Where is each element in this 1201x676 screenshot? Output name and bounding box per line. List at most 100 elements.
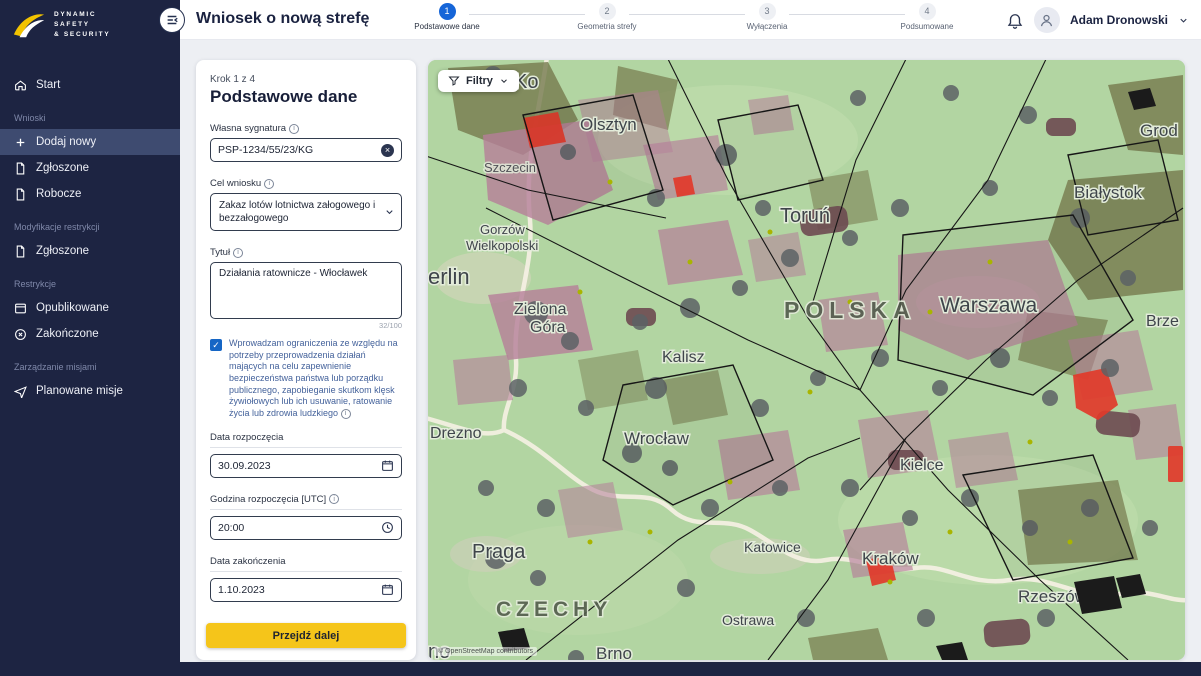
sidebar-item-robocze[interactable]: Robocze bbox=[0, 181, 180, 207]
step-circle: 1 bbox=[439, 3, 456, 20]
legal-checkbox-row[interactable]: ✓ Wprowadzam ograniczenia ze względu na … bbox=[210, 338, 402, 420]
header: Wniosek o nową strefę 1 Podstawowe dane … bbox=[180, 0, 1201, 40]
map-canvas[interactable]: Ko Szczecin Olsztyn Grod Białystok Toruń… bbox=[428, 60, 1185, 660]
clock-icon[interactable] bbox=[381, 521, 394, 534]
content: Krok 1 z 4 Podstawowe dane Własna sygnat… bbox=[180, 40, 1201, 662]
title-label: Tytuł i bbox=[210, 247, 402, 258]
sidebar-item-modyfikacje-zgloszone[interactable]: Zgłoszone bbox=[0, 238, 180, 264]
city-label: erlin bbox=[428, 264, 470, 289]
sidebar-section-modyfikacje: Modyfikacje restrykcji bbox=[0, 207, 180, 238]
info-icon[interactable]: i bbox=[341, 409, 351, 419]
sidebar-item-label: Zgłoszone bbox=[36, 162, 89, 174]
purpose-select[interactable]: Zakaz lotów lotnictwa załogowego i bezza… bbox=[210, 193, 402, 231]
calendar-icon[interactable] bbox=[381, 459, 394, 472]
end-date-input[interactable] bbox=[210, 578, 402, 602]
calendar-icon[interactable] bbox=[381, 583, 394, 596]
city-label: Warszawa bbox=[940, 294, 1038, 317]
label-text: Tytuł bbox=[210, 247, 230, 258]
map-panel: Filtry bbox=[428, 60, 1185, 660]
city-label: Katowice bbox=[744, 539, 801, 555]
home-icon bbox=[14, 79, 27, 92]
collapse-sidebar-button[interactable] bbox=[159, 7, 185, 33]
user-name[interactable]: Adam Dronowski bbox=[1070, 13, 1168, 27]
info-icon[interactable]: i bbox=[289, 124, 299, 134]
page-title: Wniosek o nową strefę bbox=[196, 10, 369, 28]
start-time-field: Godzina rozpoczęcia [UTC] i bbox=[210, 494, 402, 540]
sidebar-item-start[interactable]: Start bbox=[0, 72, 180, 98]
sidebar-item-planowane-misje[interactable]: Planowane misje bbox=[0, 378, 180, 404]
start-time-label: Godzina rozpoczęcia [UTC] i bbox=[210, 494, 402, 510]
sidebar-item-opublikowane[interactable]: Opublikowane bbox=[0, 295, 180, 321]
city-label: Grod bbox=[1140, 121, 1178, 140]
clear-icon[interactable]: × bbox=[381, 144, 394, 157]
header-right: Adam Dronowski bbox=[1006, 0, 1189, 40]
city-label: Praga bbox=[472, 541, 526, 563]
city-label: Kalisz bbox=[662, 349, 705, 366]
step-circle: 3 bbox=[759, 3, 776, 20]
step-4[interactable]: 4 Podsumowane bbox=[847, 3, 1007, 31]
sidebar-section-restrykcje: Restrykcje bbox=[0, 264, 180, 295]
document-icon bbox=[14, 245, 27, 258]
sidebar-item-dodaj-nowy[interactable]: Dodaj nowy bbox=[0, 129, 180, 155]
sidebar: DYNAMIC SAFETY & SECURITY Start Wnioski … bbox=[0, 0, 180, 676]
collapse-sidebar-icon bbox=[165, 13, 179, 27]
form-heading: Podstawowe dane bbox=[210, 87, 402, 107]
person-icon bbox=[1039, 13, 1054, 28]
end-date-field: Data zakończenia bbox=[210, 556, 402, 602]
step-2[interactable]: 2 Geometria strefy bbox=[527, 3, 687, 31]
city-label: Brze bbox=[1146, 313, 1179, 330]
city-label: Olsztyn bbox=[580, 115, 637, 134]
logo-text: DYNAMIC SAFETY & SECURITY bbox=[54, 10, 110, 40]
signature-input-field[interactable] bbox=[218, 144, 381, 156]
start-time-input-field[interactable] bbox=[218, 522, 381, 534]
step-3[interactable]: 3 Wyłączenia bbox=[687, 3, 847, 31]
checkbox-text: Wprowadzam ograniczenia ze względu na po… bbox=[229, 338, 398, 418]
start-date-field: Data rozpoczęcia bbox=[210, 432, 402, 478]
form-footer: Przejdź dalej bbox=[196, 615, 416, 660]
logo-emblem bbox=[12, 11, 46, 39]
next-step-button[interactable]: Przejdź dalej bbox=[206, 623, 406, 648]
city-label: Wielkopolski bbox=[466, 238, 538, 253]
city-label: Gorzów bbox=[480, 222, 525, 237]
step-label: Wyłączenia bbox=[687, 22, 847, 31]
sidebar-item-zakonczone[interactable]: Zakończone bbox=[0, 321, 180, 347]
logo-line3: & SECURITY bbox=[54, 30, 110, 40]
filter-button-label: Filtry bbox=[466, 75, 493, 87]
sidebar-item-label: Zgłoszone bbox=[36, 245, 89, 257]
chevron-down-icon bbox=[384, 207, 395, 218]
chevron-down-icon[interactable] bbox=[1178, 15, 1189, 26]
label-text: Cel wniosku bbox=[210, 178, 261, 189]
sidebar-item-zgloszone[interactable]: Zgłoszone bbox=[0, 155, 180, 181]
form-scroll-area[interactable]: Krok 1 z 4 Podstawowe dane Własna sygnat… bbox=[196, 60, 416, 615]
avatar[interactable] bbox=[1034, 7, 1060, 33]
purpose-selected-value: Zakaz lotów lotnictwa załogowego i bezza… bbox=[219, 200, 375, 224]
city-label: Zielona bbox=[514, 301, 567, 318]
step-1[interactable]: 1 Podstawowe dane bbox=[367, 3, 527, 31]
info-icon[interactable]: i bbox=[264, 179, 274, 189]
signature-input[interactable]: × bbox=[210, 138, 402, 162]
info-icon[interactable]: i bbox=[233, 248, 243, 258]
city-label: Toruń bbox=[780, 205, 830, 227]
sidebar-section-wnioski: Wnioski bbox=[0, 98, 180, 129]
sidebar-item-label: Start bbox=[36, 79, 60, 91]
title-textarea[interactable]: Działania ratownicze - Włocławek bbox=[219, 268, 393, 308]
chevron-down-icon bbox=[499, 76, 509, 86]
city-label: Kraków bbox=[862, 549, 919, 568]
purpose-label: Cel wniosku i bbox=[210, 178, 402, 189]
step-label: Podsumowane bbox=[847, 22, 1007, 31]
map-filter-button[interactable]: Filtry bbox=[438, 70, 519, 92]
checkbox-label: Wprowadzam ograniczenia ze względu na po… bbox=[229, 338, 402, 420]
checkbox-checked-icon[interactable]: ✓ bbox=[210, 339, 222, 351]
city-label: Brno bbox=[596, 644, 632, 660]
info-icon[interactable]: i bbox=[329, 494, 339, 504]
sidebar-nav: Start Wnioski Dodaj nowy Zgłoszone Roboc… bbox=[0, 72, 180, 404]
end-date-input-field[interactable] bbox=[218, 584, 381, 596]
notifications-icon[interactable] bbox=[1006, 11, 1024, 29]
start-date-input-field[interactable] bbox=[218, 460, 381, 472]
start-time-input[interactable] bbox=[210, 516, 402, 540]
missions-icon bbox=[14, 385, 27, 398]
sidebar-item-label: Robocze bbox=[36, 188, 81, 200]
logo: DYNAMIC SAFETY & SECURITY bbox=[0, 0, 180, 46]
start-date-input[interactable] bbox=[210, 454, 402, 478]
title-textarea-wrap: Działania ratownicze - Włocławek bbox=[210, 262, 402, 319]
